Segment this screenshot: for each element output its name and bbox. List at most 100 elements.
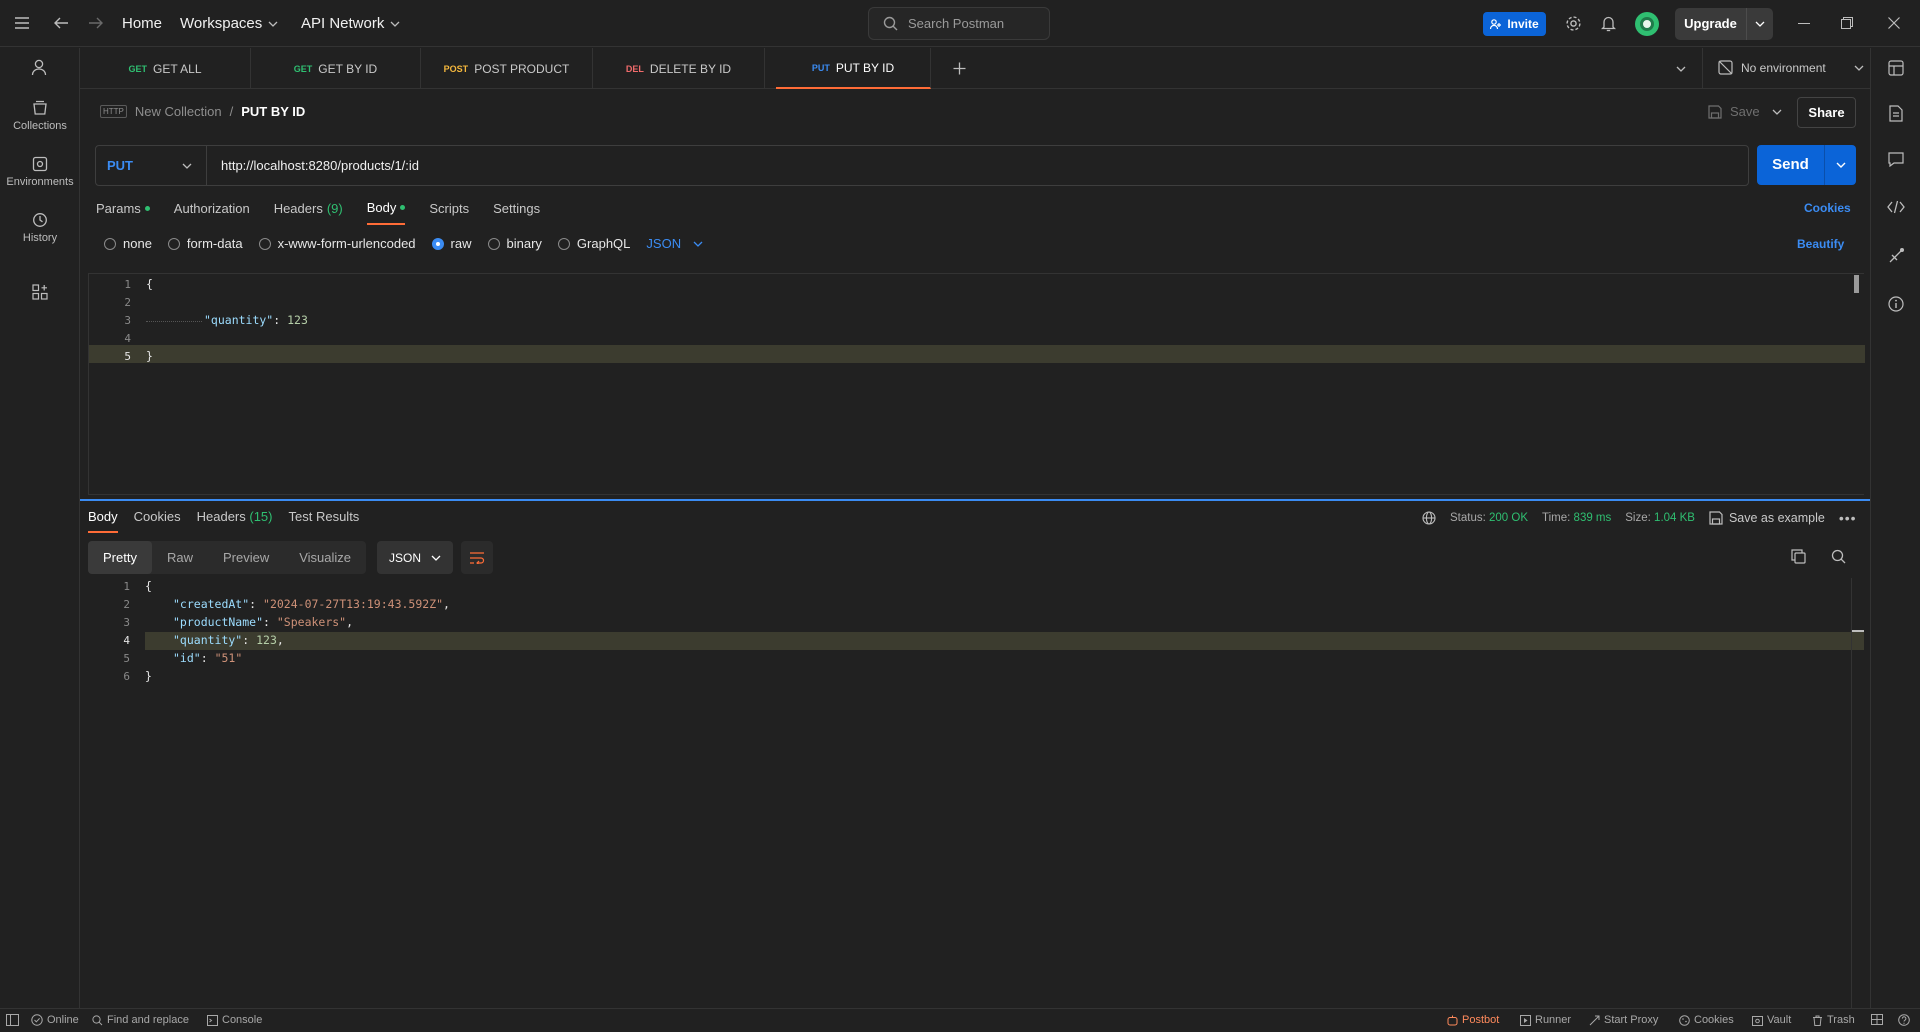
copy-icon[interactable] — [1791, 549, 1806, 564]
save-options-chevron-icon[interactable] — [1772, 109, 1782, 115]
radio-urlencoded[interactable]: x-www-form-urlencoded — [258, 236, 416, 251]
radio-form-data[interactable]: form-data — [167, 236, 243, 251]
code-line-product-name: "productName": "Speakers", — [173, 615, 354, 629]
minimize-button[interactable] — [1798, 23, 1810, 24]
radio-binary[interactable]: binary — [487, 236, 542, 251]
upgrade-button[interactable]: Upgrade — [1675, 8, 1773, 40]
response-size[interactable]: Size: 1.04 KB — [1625, 512, 1695, 524]
wrap-lines-button[interactable] — [461, 541, 493, 574]
breadcrumb-request[interactable]: PUT BY ID — [241, 104, 305, 119]
save-button[interactable]: Save — [1708, 104, 1760, 119]
environment-selector[interactable]: No environment — [1718, 60, 1864, 75]
restore-button[interactable] — [1841, 17, 1853, 29]
runner-button[interactable]: Runner — [1520, 1014, 1571, 1026]
postbot-label: Postbot — [1462, 1014, 1500, 1026]
tab-scripts[interactable]: Scripts — [429, 200, 469, 225]
tab-params[interactable]: Params — [96, 200, 150, 225]
view-pretty[interactable]: Pretty — [88, 541, 152, 574]
two-pane-view-icon[interactable] — [1871, 1014, 1883, 1025]
search-response-icon[interactable] — [1831, 549, 1846, 564]
save-as-example-button[interactable]: Save as example — [1709, 511, 1825, 525]
new-tab-plus-icon[interactable] — [953, 62, 966, 75]
response-scroll-track[interactable] — [1851, 578, 1852, 1008]
send-button[interactable]: Send — [1757, 145, 1856, 185]
status-code[interactable]: Status: 200 OK — [1450, 512, 1528, 524]
editor-scrollbar[interactable] — [1854, 275, 1859, 293]
toggle-sidebar-icon[interactable] — [6, 1014, 19, 1026]
workspaces-menu[interactable]: Workspaces — [180, 15, 278, 32]
tabs-overflow-chevron-icon[interactable] — [1676, 66, 1686, 72]
request-body-editor[interactable]: 1 2 3 4 5 { "quantity": 123 } — [88, 273, 1865, 495]
comments-icon[interactable] — [1888, 152, 1904, 167]
view-visualize[interactable]: Visualize — [284, 541, 366, 574]
response-tab-headers[interactable]: Headers (15) — [197, 509, 273, 533]
sidebar-item-collections[interactable]: Collections — [0, 100, 80, 132]
tab-get-by-id[interactable]: GET GET BY ID — [251, 48, 421, 89]
chevron-down-icon — [693, 241, 703, 247]
close-icon[interactable] — [1888, 17, 1900, 29]
console-button[interactable]: Console — [207, 1014, 262, 1026]
response-tab-cookies[interactable]: Cookies — [134, 509, 181, 533]
globe-icon[interactable] — [1422, 511, 1436, 525]
tab-delete-by-id[interactable]: DEL DELETE BY ID — [593, 48, 765, 89]
breadcrumb-collection[interactable]: New Collection — [135, 104, 222, 119]
view-preview[interactable]: Preview — [208, 541, 284, 574]
radio-graphql[interactable]: GraphQL — [557, 236, 630, 251]
view-raw[interactable]: Raw — [152, 541, 208, 574]
beautify-button[interactable]: Beautify — [1797, 237, 1844, 251]
sidebar-item-environments[interactable]: Environments — [0, 156, 80, 188]
environment-quicklook-icon[interactable] — [1888, 60, 1904, 76]
upgrade-dropdown[interactable] — [1747, 21, 1773, 27]
avatar[interactable] — [1635, 12, 1659, 36]
forward-arrow-icon[interactable] — [88, 16, 104, 30]
url-input[interactable]: http://localhost:8280/products/1/:id — [207, 146, 419, 185]
add-widget-icon[interactable] — [32, 284, 48, 300]
raw-format-select[interactable]: JSON — [646, 236, 703, 251]
tab-get-all[interactable]: GET GET ALL — [80, 48, 251, 89]
cookies-link[interactable]: Cookies — [1804, 201, 1851, 215]
back-arrow-icon[interactable] — [53, 16, 69, 30]
response-tab-body[interactable]: Body — [88, 509, 118, 533]
radio-none[interactable]: none — [104, 236, 152, 251]
user-icon[interactable] — [31, 59, 47, 76]
search-input[interactable]: Search Postman — [868, 7, 1050, 40]
menu-icon[interactable] — [14, 16, 30, 30]
help-icon[interactable] — [1898, 1014, 1910, 1026]
tab-headers[interactable]: Headers (9) — [274, 200, 343, 225]
info-icon[interactable] — [1888, 296, 1904, 312]
radio-raw[interactable]: raw — [431, 236, 472, 251]
api-network-menu[interactable]: API Network — [301, 15, 400, 32]
start-proxy-button[interactable]: Start Proxy — [1589, 1014, 1658, 1026]
response-body-viewer[interactable]: 1 2 3 4 5 6 { "createdAt": "2024-07-27T1… — [88, 578, 1864, 1008]
tab-post-product[interactable]: POST POST PRODUCT — [421, 48, 593, 89]
home-link[interactable]: Home — [122, 15, 162, 32]
tab-put-by-id[interactable]: PUT PUT BY ID — [776, 48, 931, 89]
online-status[interactable]: Online — [31, 1014, 79, 1026]
send-options[interactable] — [1825, 145, 1856, 185]
sidebar-item-history[interactable]: History — [0, 212, 80, 244]
tab-settings[interactable]: Settings — [493, 200, 540, 225]
trash-button[interactable]: Trash — [1812, 1014, 1855, 1026]
left-sidebar: Collections Environments History — [0, 48, 80, 1008]
code-snippet-icon[interactable] — [1887, 200, 1905, 214]
settings-gear-icon[interactable] — [1565, 15, 1582, 32]
response-format-select[interactable]: JSON — [377, 541, 453, 574]
tab-authorization[interactable]: Authorization — [174, 200, 250, 225]
documentation-icon[interactable] — [1889, 105, 1903, 122]
vault-button[interactable]: Vault — [1752, 1014, 1791, 1026]
chevron-down-icon — [1836, 162, 1845, 168]
notification-bell-icon[interactable] — [1601, 15, 1616, 32]
tab-body[interactable]: Body — [366, 200, 406, 225]
find-replace-button[interactable]: Find and replace — [92, 1014, 189, 1026]
more-options-icon[interactable]: ••• — [1839, 510, 1857, 526]
method-select[interactable]: PUT — [96, 146, 207, 185]
radio-label: binary — [506, 236, 542, 251]
response-time[interactable]: Time: 839 ms — [1542, 512, 1611, 524]
response-tab-test-results[interactable]: Test Results — [289, 509, 360, 533]
postbot-button[interactable]: Postbot — [1447, 1014, 1499, 1026]
response-divider[interactable] — [80, 499, 1870, 501]
share-button[interactable]: Share — [1797, 97, 1856, 128]
related-collections-icon[interactable] — [1888, 247, 1905, 264]
cookies-button[interactable]: Cookies — [1679, 1014, 1734, 1026]
invite-button[interactable]: Invite — [1483, 12, 1546, 36]
